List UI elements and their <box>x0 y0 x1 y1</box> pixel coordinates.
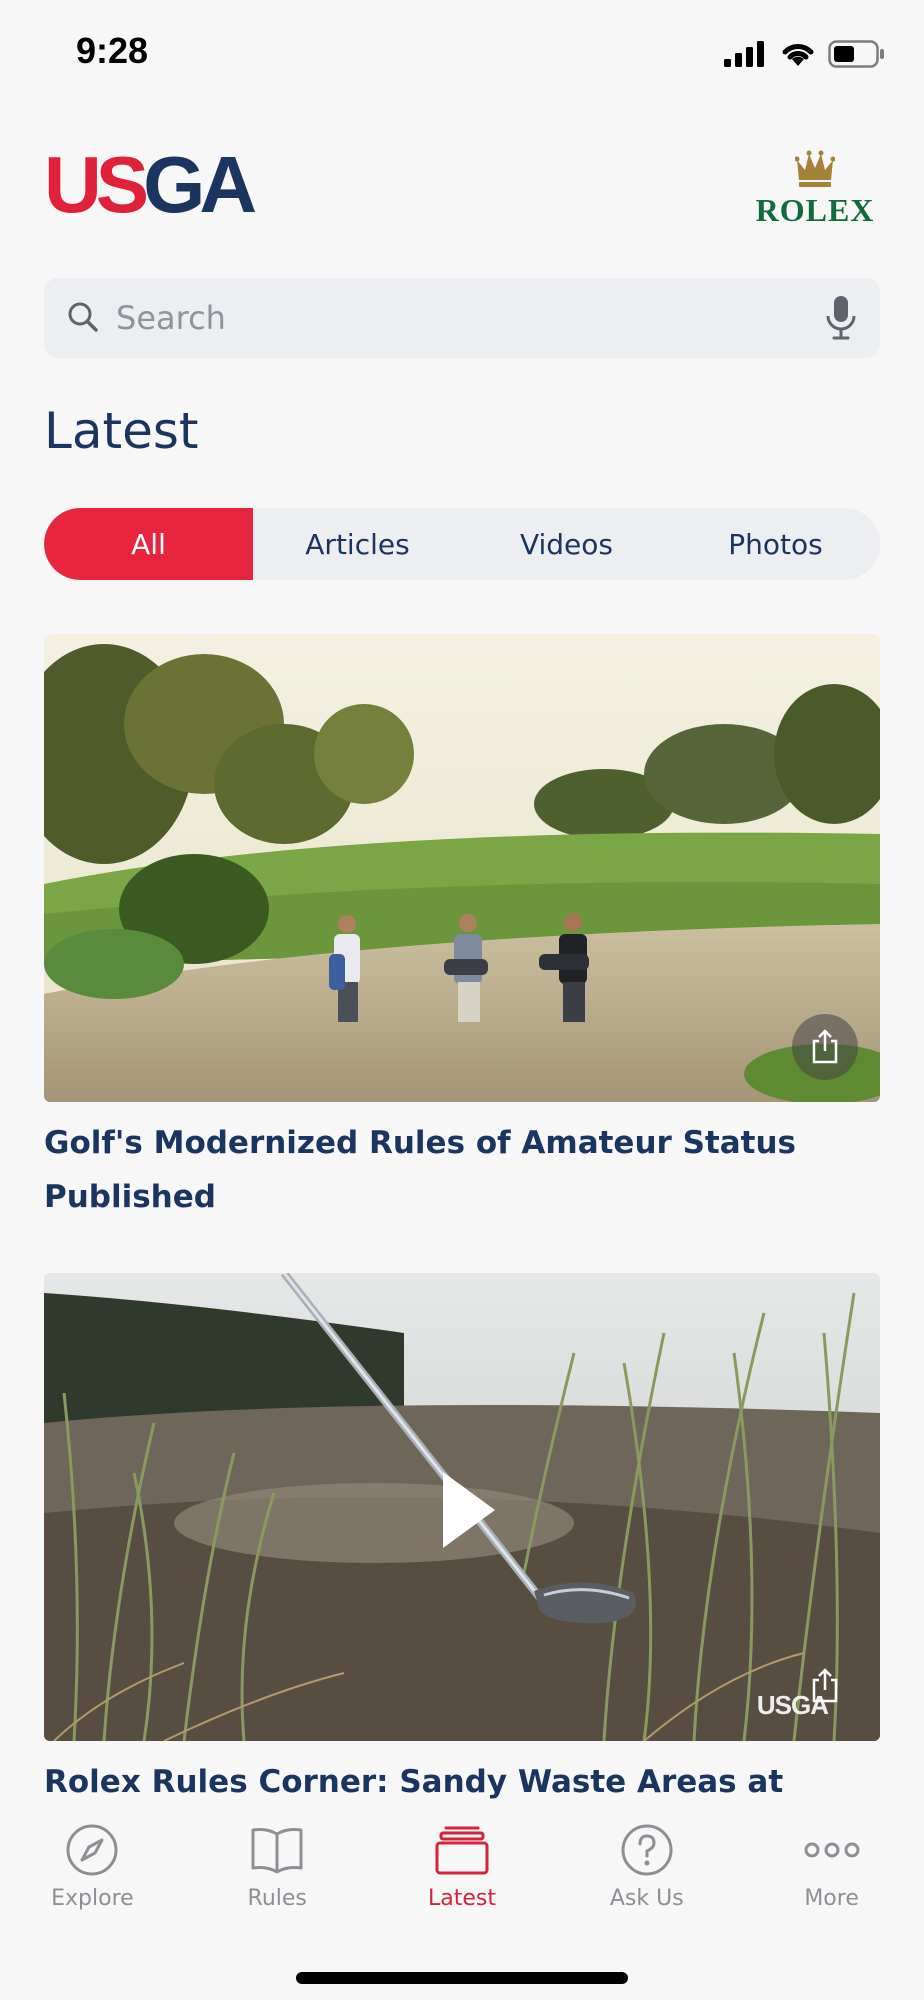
nav-label: More <box>804 1886 859 1911</box>
share-icon <box>812 1029 838 1064</box>
home-indicator[interactable] <box>296 1972 628 1984</box>
share-icon <box>812 1668 838 1703</box>
tab-photos[interactable]: Photos <box>671 508 880 580</box>
nav-rules[interactable]: Rules <box>185 1822 370 1911</box>
nav-explore[interactable]: Explore <box>0 1822 185 1911</box>
golf-course-photo <box>44 634 880 1102</box>
nav-label: Explore <box>51 1886 134 1911</box>
nav-label: Ask Us <box>609 1886 684 1911</box>
book-icon <box>251 1828 303 1874</box>
news-card[interactable]: Golf's Modernized Rules of Amateur Statu… <box>44 634 880 1224</box>
rolex-logo[interactable]: ROLEX <box>750 150 880 229</box>
stack-icon <box>435 1826 489 1875</box>
search-input[interactable] <box>116 278 800 358</box>
wifi-icon <box>782 44 814 66</box>
cellular-signal-icon <box>724 41 764 67</box>
status-icons <box>724 40 886 68</box>
card-title[interactable]: Golf's Modernized Rules of Amateur Statu… <box>44 1116 880 1224</box>
tab-videos[interactable]: Videos <box>462 508 671 580</box>
status-time: 9:28 <box>76 30 149 71</box>
search-bar <box>44 278 880 358</box>
question-icon <box>621 1824 673 1876</box>
share-button[interactable] <box>792 1014 858 1080</box>
compass-icon <box>66 1824 118 1876</box>
usga-logo[interactable]: USGA <box>44 140 257 230</box>
rolex-wordmark: ROLEX <box>755 192 875 228</box>
more-icon <box>804 1842 860 1858</box>
filter-tabs: All Articles Videos Photos <box>44 508 880 580</box>
usga-logo-us: US <box>44 140 149 229</box>
play-icon[interactable] <box>439 1468 499 1552</box>
tab-all[interactable]: All <box>44 508 253 580</box>
microphone-icon[interactable] <box>824 294 858 342</box>
share-button[interactable] <box>792 1653 858 1719</box>
battery-icon <box>828 40 884 68</box>
card-image[interactable] <box>44 634 880 1102</box>
nav-ask-us[interactable]: Ask Us <box>554 1822 739 1911</box>
news-card[interactable]: USGA Rolex Rules Corner: Sandy Waste Are… <box>44 1273 880 1863</box>
search-icon <box>68 302 98 332</box>
nav-more[interactable]: More <box>739 1822 924 1911</box>
nav-label: Rules <box>247 1886 307 1911</box>
nav-label: Latest <box>427 1886 496 1911</box>
status-bar: 9:28 <box>0 0 924 110</box>
app-header: USGA ROLEX <box>44 140 880 250</box>
crown-icon <box>795 150 835 187</box>
tab-articles[interactable]: Articles <box>253 508 462 580</box>
usga-logo-ga: GA <box>143 140 257 229</box>
card-image[interactable]: USGA <box>44 1273 880 1741</box>
page-title: Latest <box>44 402 199 460</box>
nav-latest[interactable]: Latest <box>370 1822 555 1911</box>
